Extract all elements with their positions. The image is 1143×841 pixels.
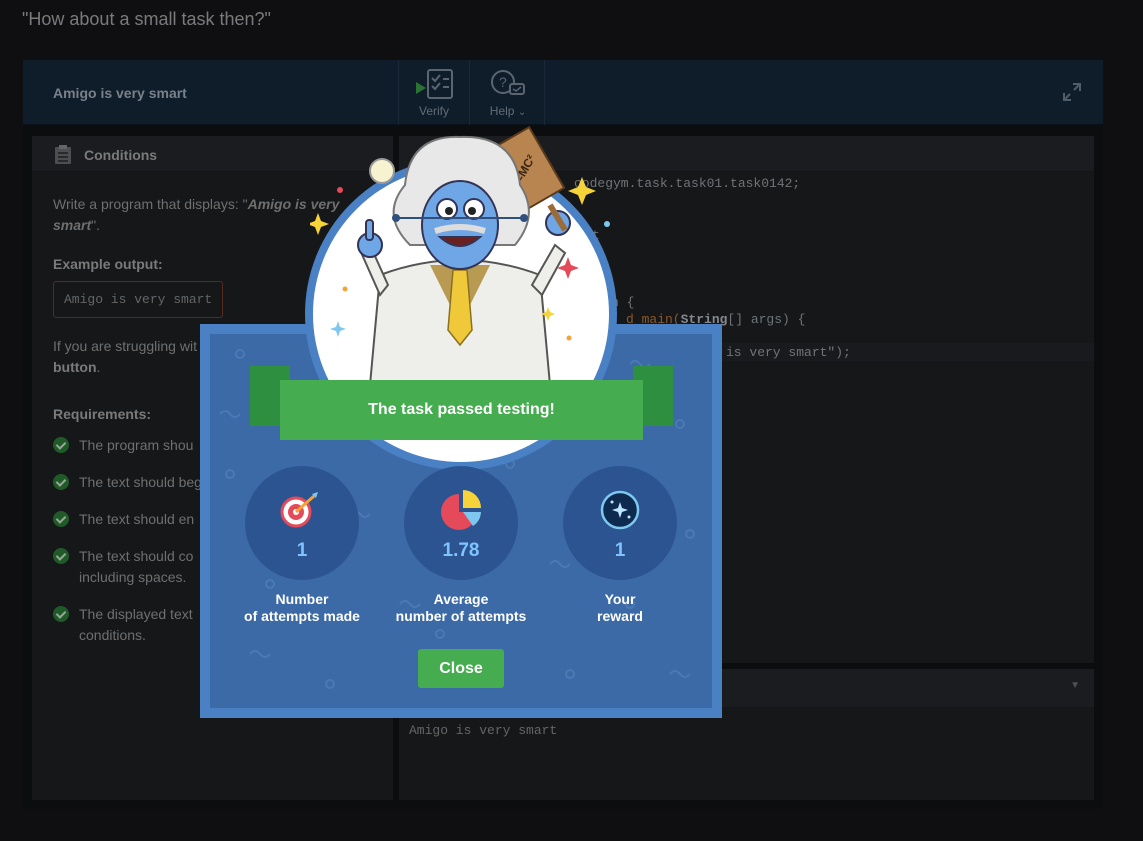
attempts-stat: 1 xyxy=(245,466,359,580)
check-icon xyxy=(53,437,69,453)
help-button[interactable]: ? Help ⌄ xyxy=(473,68,543,120)
requirement-text: The text should co xyxy=(79,548,194,564)
stat-label-line: Average xyxy=(433,591,489,607)
average-attempts-label: Average number of attempts xyxy=(371,591,551,625)
output-text: Amigo is very smart xyxy=(409,723,558,738)
reward-value: 1 xyxy=(614,540,626,561)
target-icon xyxy=(280,492,318,528)
svg-text:?: ? xyxy=(499,74,507,90)
stat-label-line: Your xyxy=(604,591,636,607)
description-text: Write a program that displays: " xyxy=(53,196,248,212)
requirement-text: The program shou xyxy=(79,437,194,453)
description-suffix: ". xyxy=(91,217,100,233)
professor-illustration: E=MC² xyxy=(310,125,610,385)
reward-stat: 1 xyxy=(563,466,677,580)
stat-label-line: number of attempts xyxy=(395,608,527,624)
dark-matter-icon xyxy=(600,490,640,530)
verify-button[interactable]: Verify xyxy=(399,68,469,120)
attempts-value: 1 xyxy=(296,540,308,561)
chevron-down-icon: ⌄ xyxy=(517,107,527,118)
ide-header: Amigo is very smart Verify ? Help ⌄ xyxy=(23,60,1103,125)
verify-icon xyxy=(416,69,453,99)
page-heading: "How about a small task then?" xyxy=(22,9,271,29)
average-attempts-stat: 1.78 xyxy=(404,466,518,580)
stat-label-line: of attempts made xyxy=(244,608,360,624)
help-label: Help xyxy=(489,104,515,118)
requirement-text-cont: including spaces. xyxy=(79,569,187,585)
example-output: Amigo is very smart xyxy=(53,281,224,318)
stat-label-line: reward xyxy=(597,608,643,624)
check-icon xyxy=(53,606,69,622)
check-icon xyxy=(53,548,69,564)
struggle-text: If you are struggling wit xyxy=(53,338,197,354)
expand-icon[interactable] xyxy=(1063,83,1081,101)
struggle-bold: button xyxy=(53,359,97,375)
check-icon xyxy=(53,511,69,527)
conditions-title: Conditions xyxy=(84,147,158,163)
average-attempts-value: 1.78 xyxy=(442,540,480,561)
reward-label: Your reward xyxy=(530,591,710,625)
header-divider xyxy=(544,60,545,125)
pie-chart-icon xyxy=(441,490,481,530)
requirement-text: The text should beg xyxy=(79,474,202,490)
code-token: [] args) { xyxy=(727,312,806,327)
struggle-end: . xyxy=(96,359,101,375)
attempts-label: Number of attempts made xyxy=(212,591,392,625)
code-line: is very smart"); xyxy=(726,345,851,360)
verify-label: Verify xyxy=(418,104,449,118)
check-icon xyxy=(53,474,69,490)
chevron-down-icon[interactable]: ▼ xyxy=(1070,680,1080,691)
requirement-text-cont: conditions. xyxy=(79,627,146,643)
clipboard-icon xyxy=(55,145,71,164)
help-icon: ? xyxy=(491,70,525,95)
success-banner: The task passed testing! xyxy=(280,380,643,440)
task-title: Amigo is very smart xyxy=(53,85,187,101)
requirement-text: The displayed text xyxy=(79,606,193,622)
header-divider xyxy=(469,60,470,125)
requirement-text: The text should en xyxy=(79,511,195,527)
close-button[interactable]: Close xyxy=(418,649,504,688)
stat-label-line: Number xyxy=(275,591,329,607)
